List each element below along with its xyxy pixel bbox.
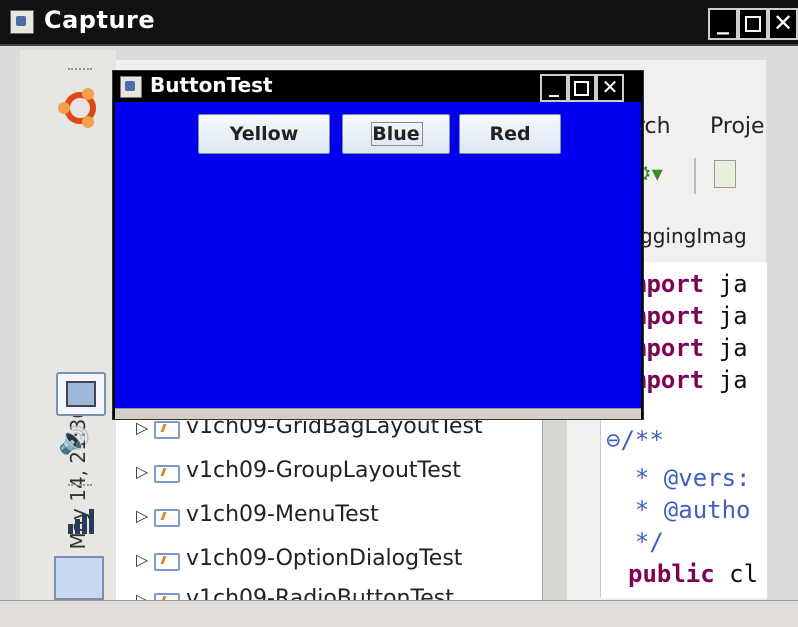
close-icon: ✕ bbox=[772, 9, 794, 37]
explorer-scrollbar[interactable] bbox=[542, 412, 567, 600]
workspace-switcher-icon[interactable] bbox=[54, 556, 104, 600]
tree-item[interactable]: ▷ v1ch09-GroupLayoutTest bbox=[136, 458, 461, 483]
code-line: mport ja bbox=[632, 270, 748, 298]
project-folder-icon bbox=[154, 418, 180, 439]
yellow-button[interactable]: Yellow bbox=[198, 114, 330, 154]
code-comment-line: ⊖/** bbox=[606, 426, 664, 454]
code-line: mport ja bbox=[632, 302, 748, 330]
code-line: mport ja bbox=[632, 334, 748, 362]
network-signal-icon[interactable] bbox=[62, 506, 102, 534]
project-folder-icon bbox=[154, 590, 180, 600]
expand-arrow-icon[interactable]: ▷ bbox=[136, 462, 154, 481]
project-folder-icon bbox=[154, 462, 180, 483]
minimize-icon: _ bbox=[717, 7, 729, 35]
minimize-button[interactable]: _ bbox=[540, 74, 568, 102]
maximize-icon bbox=[574, 81, 589, 96]
expand-arrow-icon[interactable]: ▷ bbox=[136, 550, 154, 569]
document-icon[interactable] bbox=[714, 160, 736, 188]
close-button[interactable]: ✕ bbox=[768, 8, 798, 40]
code-line: mport ja bbox=[632, 366, 748, 394]
project-folder-icon bbox=[154, 506, 180, 527]
expand-arrow-icon[interactable]: ▷ bbox=[136, 590, 154, 600]
panel-handle bbox=[68, 484, 92, 490]
window-bottom-border bbox=[0, 600, 798, 627]
project-folder-icon bbox=[154, 550, 180, 571]
java-app-icon bbox=[120, 76, 142, 98]
capture-title: Capture bbox=[44, 6, 156, 34]
toolbar-separator bbox=[694, 158, 696, 194]
tree-item[interactable]: ▷ v1ch09-MenuTest bbox=[136, 502, 379, 527]
buttontest-border bbox=[115, 408, 641, 419]
editor-tab[interactable]: ggingImag bbox=[640, 224, 747, 248]
code-comment-line: * @autho bbox=[606, 496, 751, 524]
tree-item[interactable]: ▷ v1ch09-OptionDialogTest bbox=[136, 546, 462, 571]
panel-handle bbox=[68, 68, 92, 74]
maximize-button[interactable] bbox=[738, 8, 768, 40]
ubuntu-logo-icon[interactable] bbox=[56, 84, 104, 132]
screenshot-tray-icon[interactable] bbox=[56, 372, 106, 416]
code-comment-line: */ bbox=[606, 528, 664, 556]
maximize-icon bbox=[745, 16, 761, 32]
expand-arrow-icon[interactable]: ▷ bbox=[136, 506, 154, 525]
minimize-icon: _ bbox=[549, 73, 559, 97]
expand-arrow-icon[interactable]: ▷ bbox=[136, 418, 154, 437]
tree-item[interactable]: ▷ v1ch09-RadioButtonTest bbox=[136, 586, 454, 600]
volume-icon[interactable]: 🔊 bbox=[58, 426, 90, 456]
java-app-icon bbox=[10, 10, 34, 34]
close-icon: ✕ bbox=[601, 75, 619, 99]
minimize-button[interactable]: _ bbox=[708, 8, 738, 40]
maximize-button[interactable] bbox=[568, 74, 596, 102]
red-button[interactable]: Red bbox=[459, 114, 561, 154]
blue-button[interactable]: Blue bbox=[342, 114, 450, 154]
buttontest-title: ButtonTest bbox=[150, 73, 273, 97]
menu-project[interactable]: Proje bbox=[710, 114, 765, 139]
focus-ring bbox=[371, 122, 423, 146]
close-button[interactable]: ✕ bbox=[596, 74, 624, 102]
code-line: public cl bbox=[628, 560, 759, 588]
code-comment-line: * @vers: bbox=[606, 464, 751, 492]
